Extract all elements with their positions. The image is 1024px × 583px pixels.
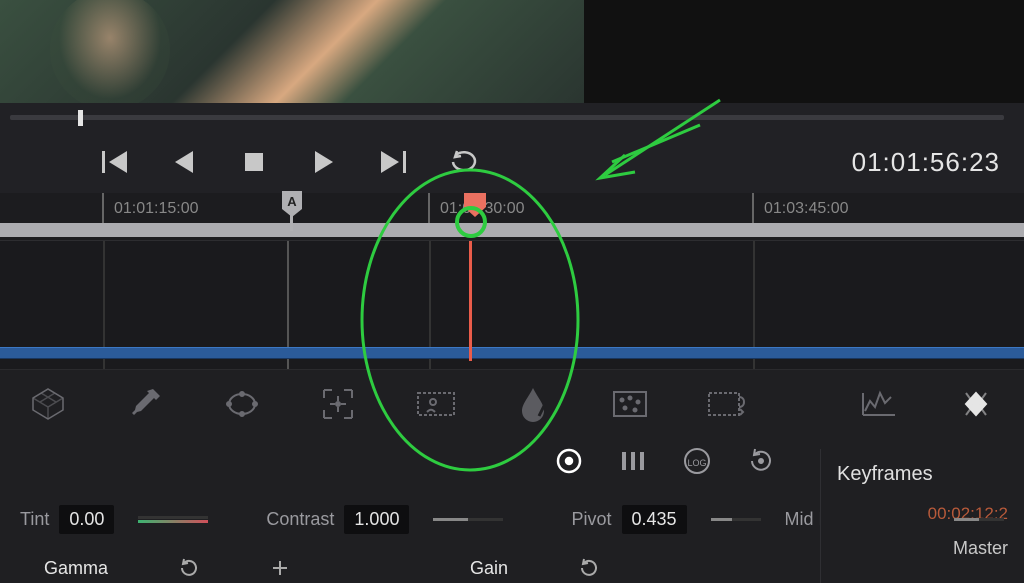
step-back-button[interactable] [164,142,204,182]
contrast-slider[interactable] [433,518,503,521]
timeline-track-area[interactable] [0,241,1024,369]
pivot-slider[interactable] [711,518,761,521]
reset-icon[interactable] [178,557,200,579]
play-button[interactable] [304,142,344,182]
gain-label: Gain [470,558,508,579]
stop-button[interactable] [234,142,274,182]
keyframes-master[interactable]: Master [837,538,1008,559]
ruler-label: 01:03:45:00 [764,200,849,218]
keyframes-panel: Keyframes 00:02:12:2 Master [820,449,1024,583]
go-end-button[interactable] [374,142,414,182]
timeline-ruler[interactable]: 01:01:15:00 01:02:30:00 01:03:45:00 A [0,193,1024,241]
loop-button[interactable] [444,142,484,182]
motion-tool-icon[interactable] [706,382,747,426]
noise-tool-icon[interactable] [609,382,650,426]
viewer-empty [584,0,1024,103]
range-marker-a[interactable]: A [280,191,304,231]
reset-mode-button[interactable] [742,442,780,480]
contrast-value[interactable]: 1.000 [344,505,409,534]
add-icon[interactable] [270,558,290,578]
clip-strip[interactable] [0,347,1024,359]
playhead-marker[interactable] [462,191,488,226]
contrast-label: Contrast [266,509,334,530]
viewer-image [0,0,584,103]
ruler-label: 01:01:15:00 [114,200,199,218]
keyframes-timecode[interactable]: 00:02:12:2 [837,504,1008,524]
keyframes-title: Keyframes [837,463,1008,486]
picker-tool-icon[interactable] [125,382,166,426]
scrub-bar[interactable] [0,103,1024,131]
reset-icon[interactable] [578,557,600,579]
middetail-slider[interactable] [954,518,1004,521]
tint-label: Tint [20,509,49,530]
pivot-value[interactable]: 0.435 [622,505,687,534]
timecode-display[interactable]: 01:01:56:23 [852,147,1000,178]
svg-text:LOG: LOG [687,458,706,468]
tint-value[interactable]: 0.00 [59,505,114,534]
window-tool-icon[interactable] [221,382,262,426]
nodes-tool-icon[interactable] [955,382,996,426]
pivot-label: Pivot [571,509,611,530]
curves-tool-icon[interactable] [28,382,69,426]
log-mode-button[interactable]: LOG [678,442,716,480]
bars-mode-button[interactable] [614,442,652,480]
tint-slider[interactable] [138,516,208,519]
svg-text:A: A [287,194,297,209]
gallery-tool-icon[interactable] [415,382,457,426]
wheels-mode-button[interactable] [550,442,588,480]
scopes-tool-icon[interactable] [859,382,900,426]
tracker-tool-icon[interactable] [318,382,359,426]
playhead-line[interactable] [469,241,472,361]
gamma-label: Gamma [44,558,108,579]
go-start-button[interactable] [94,142,134,182]
scrub-position[interactable] [78,110,83,126]
blur-tool-icon[interactable] [513,382,554,426]
